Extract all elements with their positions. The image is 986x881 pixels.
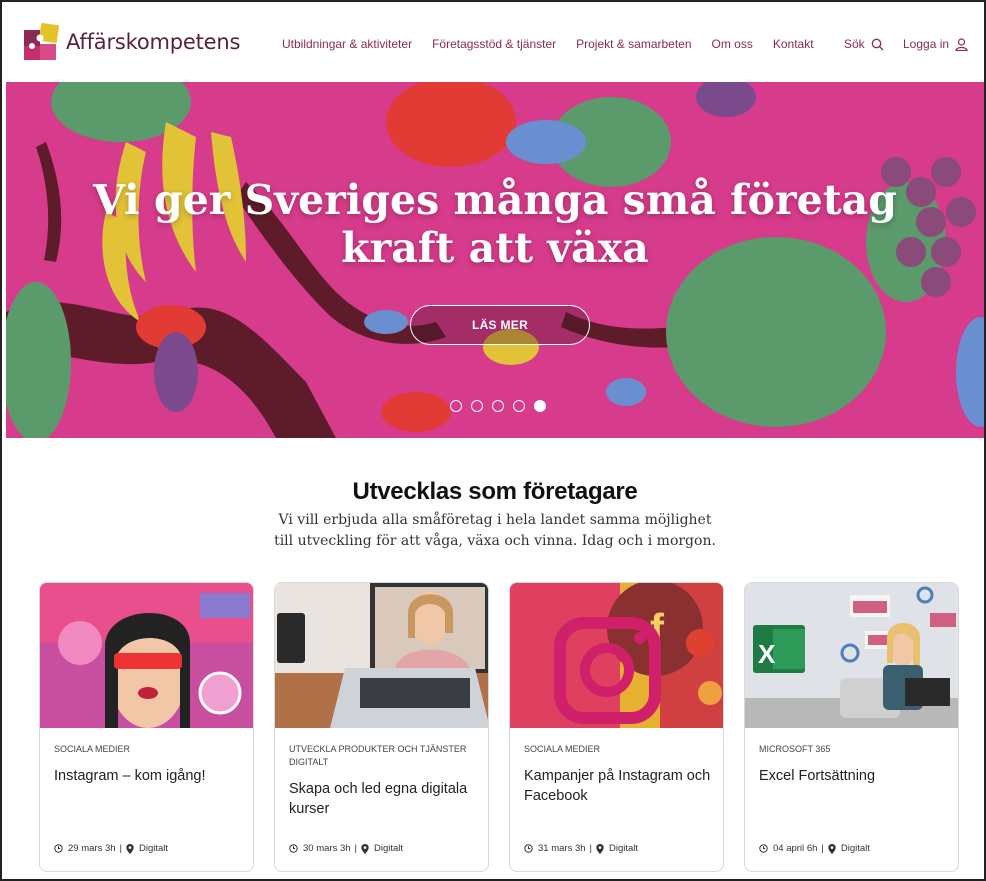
course-title[interactable]: Skapa och led egna digitala kurser bbox=[289, 779, 479, 819]
section-title: Utvecklas som företagare bbox=[352, 478, 638, 505]
section-subtitle: Vi vill erbjuda alla småföretag i hela l… bbox=[274, 512, 716, 549]
course-category: UTVECKLA PRODUKTER OCH TJÄNSTER DIGITALT bbox=[289, 744, 467, 767]
course-location: Digitalt bbox=[840, 843, 870, 854]
course-duration: 3h bbox=[104, 843, 116, 854]
search-icon bbox=[871, 38, 884, 50]
nav-item-foretagsstod[interactable]: Företagsstöd & tjänster bbox=[432, 37, 556, 51]
carousel-dot[interactable] bbox=[513, 400, 525, 412]
course-category: SOCIALA MEDIER bbox=[524, 744, 601, 754]
course-meta: 29 mars 3h | Digitalt bbox=[54, 843, 168, 854]
course-meta: 31 mars 3h | Digitalt bbox=[524, 843, 638, 854]
location-pin-icon bbox=[596, 843, 604, 854]
course-duration: 3h bbox=[574, 843, 586, 854]
main-nav: Utbildningar & aktiviteter Företagsstöd … bbox=[282, 37, 834, 51]
puzzle-logo-icon bbox=[24, 22, 60, 60]
carousel-dot[interactable] bbox=[471, 400, 483, 412]
hero-title: Vi ger Sveriges många små företag kraft … bbox=[6, 176, 984, 272]
course-category: SOCIALA MEDIER bbox=[54, 744, 131, 754]
course-title[interactable]: Instagram – kom igång! bbox=[54, 766, 244, 786]
nav-item-kontakt[interactable]: Kontakt bbox=[773, 37, 814, 51]
location-pin-icon bbox=[126, 843, 134, 854]
page-frame: Affärskompetens Utbildningar & aktivitet… bbox=[0, 0, 986, 881]
carousel-dot[interactable] bbox=[450, 400, 462, 412]
login-label: Logga in bbox=[903, 37, 950, 51]
course-meta: 04 april 6h | Digitalt bbox=[759, 843, 870, 854]
location-pin-icon bbox=[361, 843, 369, 854]
course-duration: 3h bbox=[339, 843, 351, 854]
clock-icon bbox=[54, 844, 63, 853]
svg-text:X: X bbox=[758, 639, 776, 669]
location-pin-icon bbox=[828, 843, 836, 854]
hero-title-line-2: kraft att växa bbox=[341, 224, 649, 272]
course-location: Digitalt bbox=[374, 843, 404, 854]
clock-icon bbox=[524, 844, 533, 853]
course-card-image: f bbox=[510, 583, 723, 728]
course-title[interactable]: Excel Fortsättning bbox=[759, 766, 949, 786]
course-card[interactable]: f SOCIALA MEDIER Kampanjer på Instagram … bbox=[509, 582, 724, 872]
search-label: Sök bbox=[844, 37, 865, 51]
course-title[interactable]: Kampanjer på Instagram och Facebook bbox=[524, 766, 714, 806]
login-button[interactable]: Logga in bbox=[903, 37, 968, 51]
search-button[interactable]: Sök bbox=[844, 37, 884, 51]
brand-name: Affärskompetens bbox=[66, 30, 241, 54]
site-header: Affärskompetens Utbildningar & aktivitet… bbox=[4, 4, 984, 82]
nav-item-om-oss[interactable]: Om oss bbox=[712, 37, 753, 51]
hero-title-line-1: Vi ger Sveriges många små företag bbox=[93, 176, 897, 224]
course-card[interactable]: SOCIALA MEDIER Instagram – kom igång! 29… bbox=[39, 582, 254, 872]
clock-icon bbox=[759, 844, 768, 853]
course-duration: 6h bbox=[806, 843, 818, 854]
course-location: Digitalt bbox=[609, 843, 639, 854]
carousel-indicators bbox=[450, 400, 555, 412]
course-location: Digitalt bbox=[139, 843, 169, 854]
clock-icon bbox=[289, 844, 298, 853]
course-date: 31 mars bbox=[538, 843, 573, 854]
course-meta: 30 mars 3h | Digitalt bbox=[289, 843, 403, 854]
course-card-image: X bbox=[745, 583, 958, 728]
nav-item-utbildningar[interactable]: Utbildningar & aktiviteter bbox=[282, 37, 412, 51]
user-icon bbox=[955, 37, 968, 51]
carousel-dot[interactable] bbox=[492, 400, 504, 412]
brand-logo[interactable]: Affärskompetens bbox=[22, 22, 240, 62]
carousel-dot-active[interactable] bbox=[534, 400, 546, 412]
course-card[interactable]: UTVECKLA PRODUKTER OCH TJÄNSTER DIGITALT… bbox=[274, 582, 489, 872]
course-card-image bbox=[275, 583, 488, 728]
read-more-button[interactable]: LÄS MER bbox=[410, 305, 590, 345]
course-category: MICROSOFT 365 bbox=[759, 744, 831, 754]
course-card[interactable]: X MICROSOFT 365 Excel Fortsättning 04 ap… bbox=[744, 582, 959, 872]
nav-item-projekt[interactable]: Projekt & samarbeten bbox=[576, 37, 691, 51]
hero-carousel: Vi ger Sveriges många små företag kraft … bbox=[6, 82, 984, 438]
course-date: 30 mars bbox=[303, 843, 338, 854]
course-card-image bbox=[40, 583, 253, 728]
course-date: 29 mars bbox=[68, 843, 103, 854]
course-date: 04 april bbox=[773, 843, 805, 854]
